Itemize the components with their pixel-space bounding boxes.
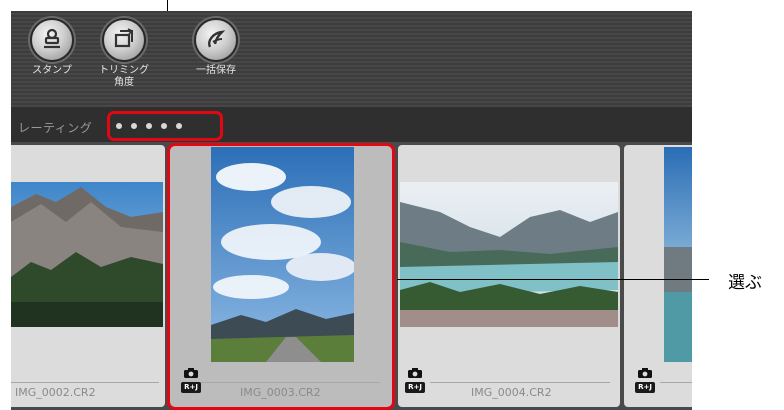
thumbnail-filename: IMG_0004.CR2 xyxy=(471,386,552,399)
crop-rotate-icon[interactable] xyxy=(102,18,146,62)
raw-jpeg-badge: R+J xyxy=(635,382,655,393)
rating-highlight-box xyxy=(107,111,223,141)
stamp-icon[interactable] xyxy=(30,18,74,62)
trim-angle-tool[interactable]: トリミング 角度 xyxy=(89,18,159,89)
select-leader-line xyxy=(397,279,709,280)
lake-photo xyxy=(400,182,618,327)
card-divider xyxy=(430,382,610,383)
trim-label-line2: 角度 xyxy=(114,77,134,88)
stamp-tool[interactable]: スタンプ xyxy=(17,18,87,77)
batch-save-label: 一括保存 xyxy=(196,65,236,76)
thumbnail-filename: IMG_0002.CR2 xyxy=(15,386,96,399)
card-divider xyxy=(660,382,692,383)
card-divider xyxy=(11,382,159,383)
batch-save-tool[interactable]: 一括保存 xyxy=(181,18,251,77)
rating-label: レーティング xyxy=(18,121,93,135)
thumbnail-card[interactable]: R+J xyxy=(624,145,692,407)
thumbnail-card[interactable]: R+J IMG_0004.CR2 xyxy=(398,145,620,407)
camera-icon xyxy=(638,368,652,378)
batch-save-icon[interactable] xyxy=(194,18,238,62)
select-callout: 選ぶ xyxy=(728,273,762,293)
stamp-label: スタンプ xyxy=(32,65,72,76)
mountain-photo xyxy=(11,182,163,327)
raw-jpeg-badge: R+J xyxy=(405,382,425,393)
camera-icon xyxy=(408,368,422,378)
selected-thumbnail-highlight-box xyxy=(167,143,395,410)
lake-portrait-photo xyxy=(664,147,692,362)
trim-label-line1: トリミング xyxy=(99,65,149,76)
thumbnail-card[interactable]: IMG_0002.CR2 xyxy=(11,145,165,407)
